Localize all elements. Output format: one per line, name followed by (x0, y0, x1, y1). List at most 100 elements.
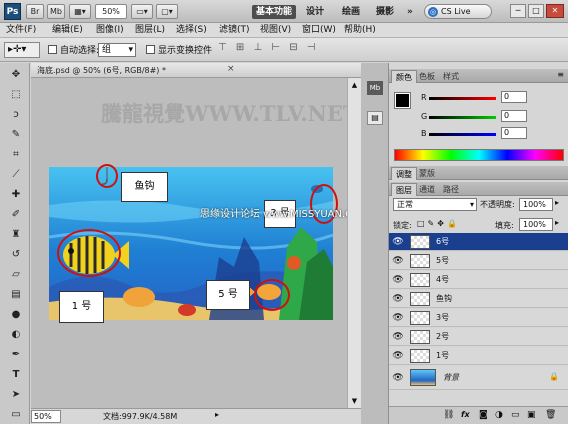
eye-icon[interactable]: 👁 (392, 293, 404, 305)
tab-masks[interactable]: 蒙版 (415, 167, 439, 180)
new-group-icon[interactable]: ▭ (511, 410, 520, 420)
align-buttons-group[interactable]: ⊤ ⊞ ⊥ ⊢ ⊟ ⊣ (218, 42, 358, 58)
tab-swatches[interactable]: 色板 (415, 70, 439, 83)
eye-icon[interactable]: 👁 (392, 350, 404, 362)
workspace-painting[interactable]: 绘画 (338, 5, 364, 19)
channel-r-input[interactable]: 0 (501, 91, 527, 103)
tab-adjustments[interactable]: 调整 (391, 167, 417, 180)
channel-b-slider[interactable] (429, 133, 496, 136)
dodge-tool-icon[interactable]: ◐ (7, 327, 25, 343)
channel-g-input[interactable]: 0 (501, 110, 527, 122)
lasso-tool-icon[interactable]: ↄ (7, 107, 25, 123)
layer-row-1[interactable]: 👁 1号 (389, 347, 568, 365)
document-tab[interactable]: 海底.psd @ 50% (6号, RGB/8#) * × (31, 63, 361, 78)
add-mask-icon[interactable]: ◙ (479, 410, 488, 420)
arrange-documents-button[interactable]: ▭▾ (131, 4, 153, 19)
layer-row-5[interactable]: 👁 5号 (389, 252, 568, 270)
maximize-button[interactable]: □ (528, 4, 544, 18)
menu-edit[interactable]: 编辑(E) (52, 24, 83, 37)
path-select-tool-icon[interactable]: ➤ (7, 387, 25, 403)
layer-row-3[interactable]: 👁 3号 (389, 309, 568, 327)
close-window-button[interactable]: ✕ (546, 4, 564, 18)
tab-styles[interactable]: 样式 (439, 70, 463, 83)
eye-icon[interactable]: 👁 (392, 255, 404, 267)
workspace-photography[interactable]: 摄影 (372, 5, 398, 19)
minimize-button[interactable]: ─ (510, 4, 526, 18)
gradient-tool-icon[interactable]: ▤ (7, 287, 25, 303)
trash-icon[interactable]: 🗑 (545, 410, 556, 420)
shape-tool-icon[interactable]: ▭ (7, 407, 25, 423)
tab-layers[interactable]: 图层 (391, 183, 417, 196)
opacity-input[interactable]: 100% (519, 198, 553, 211)
tool-preset-picker[interactable]: ▸✛▾ (4, 42, 40, 58)
panel-menu-icon[interactable]: ≡ (557, 70, 564, 79)
workspace-essentials[interactable]: 基本功能 (252, 5, 297, 19)
quick-select-tool-icon[interactable]: ✎ (7, 127, 25, 143)
eye-icon[interactable]: 👁 (392, 312, 404, 324)
bridge-button[interactable]: Br (26, 4, 44, 19)
scroll-up-icon[interactable]: ▲ (350, 80, 359, 90)
move-tool-icon[interactable]: ✥ (7, 67, 25, 83)
marquee-tool-icon[interactable]: ⬚ (7, 87, 25, 103)
eyedropper-tool-icon[interactable]: ⟋ (7, 167, 25, 183)
mini-bridge-button[interactable]: Mb (47, 4, 65, 19)
new-layer-icon[interactable]: ▣ (527, 410, 536, 420)
scroll-down-icon[interactable]: ▼ (350, 396, 359, 406)
menu-image[interactable]: 图像(I) (96, 24, 124, 37)
zoom-level-select[interactable]: 50% (95, 4, 127, 19)
view-extras-button[interactable]: ▦▾ (69, 4, 91, 19)
cs-live-button[interactable]: ◎ CS Live (424, 4, 492, 19)
workspace-design[interactable]: 设计 (302, 5, 328, 19)
more-workspaces-button[interactable]: » (403, 5, 417, 19)
foreground-color-swatch[interactable] (394, 92, 411, 109)
menu-help[interactable]: 帮助(H) (344, 24, 376, 37)
pen-tool-icon[interactable]: ✒ (7, 347, 25, 363)
tab-paths[interactable]: 路径 (439, 183, 463, 196)
status-menu-icon[interactable]: ▸ (215, 410, 219, 419)
eye-icon[interactable]: 👁 (392, 236, 404, 248)
healing-brush-tool-icon[interactable]: ✚ (7, 187, 25, 203)
eye-icon[interactable]: 👁 (392, 372, 404, 384)
zoom-status-field[interactable]: 50% (31, 410, 61, 423)
eye-icon[interactable]: 👁 (392, 331, 404, 343)
auto-select-checkbox[interactable] (48, 45, 57, 54)
history-brush-tool-icon[interactable]: ↺ (7, 247, 25, 263)
fill-arrow-icon[interactable]: ▸ (555, 218, 559, 227)
eraser-tool-icon[interactable]: ▱ (7, 267, 25, 283)
brush-tool-icon[interactable]: ✐ (7, 207, 25, 223)
lock-options-icons[interactable]: □✎✥🔒 (417, 219, 460, 228)
menu-window[interactable]: 窗口(W) (302, 24, 336, 37)
close-document-icon[interactable]: × (227, 64, 235, 74)
menu-file[interactable]: 文件(F) (6, 24, 36, 37)
clone-stamp-tool-icon[interactable]: ♜ (7, 227, 25, 243)
blend-mode-select[interactable]: 正常 ▾ (393, 198, 477, 211)
screen-mode-button[interactable]: ▢▾ (156, 4, 178, 19)
opacity-arrow-icon[interactable]: ▸ (555, 198, 559, 207)
vertical-scrollbar[interactable]: ▲ ▼ (347, 78, 361, 408)
tab-color[interactable]: 颜色 (391, 70, 417, 83)
link-layers-icon[interactable]: ⛓ (443, 410, 454, 420)
layer-row-6[interactable]: 👁 6号 (389, 233, 568, 251)
menu-view[interactable]: 视图(V) (260, 24, 291, 37)
channel-g-slider[interactable] (429, 116, 496, 119)
fill-input[interactable]: 100% (519, 218, 553, 231)
blur-tool-icon[interactable]: ● (7, 307, 25, 323)
menu-select[interactable]: 选择(S) (176, 24, 207, 37)
crop-tool-icon[interactable]: ⌗ (7, 147, 25, 163)
layer-row-4[interactable]: 👁 4号 (389, 271, 568, 289)
channel-b-input[interactable]: 0 (501, 127, 527, 139)
color-spectrum-bar[interactable] (394, 149, 564, 161)
mini-bridge-panel-icon[interactable]: Mb (367, 81, 383, 95)
adjustment-layer-icon[interactable]: ◑ (495, 410, 503, 420)
type-tool-icon[interactable]: T (7, 367, 25, 383)
layer-row-hook[interactable]: 👁 鱼钩 (389, 290, 568, 308)
fx-icon[interactable]: fx (461, 410, 470, 419)
menu-filter[interactable]: 滤镜(T) (219, 24, 250, 37)
tab-channels[interactable]: 通道 (415, 183, 439, 196)
layer-row-2[interactable]: 👁 2号 (389, 328, 568, 346)
history-panel-icon[interactable]: ▤ (367, 111, 383, 125)
show-transform-checkbox[interactable] (146, 45, 155, 54)
channel-r-slider[interactable] (429, 97, 496, 100)
auto-select-dropdown[interactable]: 组 ▾ (98, 43, 136, 57)
layer-row-background[interactable]: 👁 背景 🔒 (389, 366, 568, 390)
